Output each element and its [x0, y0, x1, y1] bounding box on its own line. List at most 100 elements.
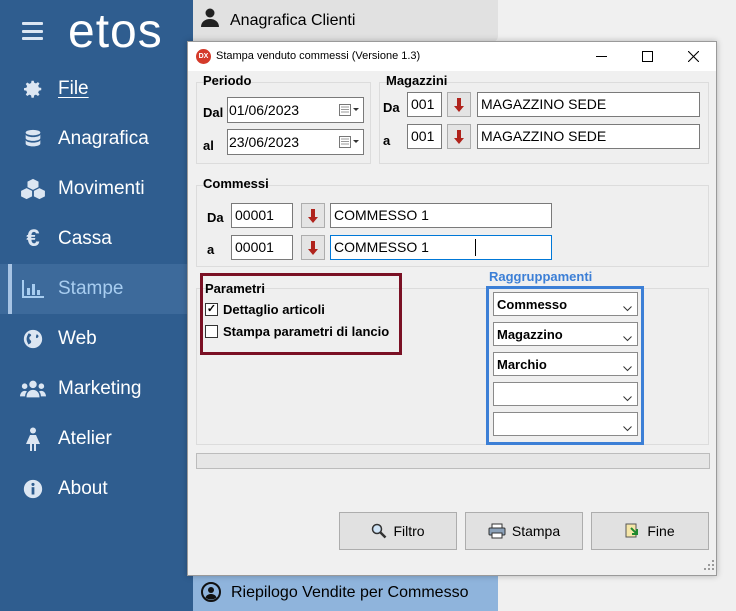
periodo-title: Periodo	[203, 73, 252, 88]
filtro-button[interactable]: Filtro	[339, 512, 457, 550]
logo-row: etos	[0, 0, 193, 62]
sidebar-item-cassa[interactable]: € Cassa	[0, 214, 193, 264]
commesso-a-name-value: COMMESSO 1	[334, 239, 429, 255]
arrow-down-icon	[308, 240, 318, 255]
sidebar-item-movimenti[interactable]: Movimenti	[0, 164, 193, 214]
chevron-down-icon	[623, 360, 632, 375]
raggruppamento-combo-3[interactable]: Marchio	[493, 352, 638, 376]
commesso-da-name-input[interactable]: COMMESSO 1	[330, 203, 552, 228]
dialog-stampa-venduto-commessi: DX Stampa venduto commessi (Versione 1.3…	[187, 41, 717, 576]
sidebar-item-label: Web	[58, 328, 97, 349]
sidebar-item-label: Stampe	[58, 278, 124, 299]
magazzino-da-name-input[interactable]: MAGAZZINO SEDE	[477, 92, 700, 117]
woman-icon	[20, 426, 46, 452]
euro-icon: €	[26, 225, 40, 252]
sidebar-item-label: Cassa	[58, 228, 112, 249]
checkbox-unchecked-icon	[205, 325, 218, 338]
app-icon: DX	[196, 49, 211, 64]
dialog-titlebar[interactable]: DX Stampa venduto commessi (Versione 1.3…	[188, 42, 716, 71]
commessi-a-label: a	[207, 242, 215, 257]
printer-icon	[488, 523, 506, 539]
calendar-dropdown-icon[interactable]	[339, 104, 359, 119]
checkbox-checked-icon: ✓	[205, 303, 218, 316]
raggruppamenti-highlight: Commesso Magazzino Marchio	[486, 286, 644, 445]
sidebar-item-label: Movimenti	[58, 178, 145, 199]
raggruppamento-combo-2[interactable]: Magazzino	[493, 322, 638, 346]
commesso-da-code-input[interactable]: 00001	[231, 203, 293, 228]
background-tab-anagrafica-clienti[interactable]: Anagrafica Clienti	[193, 0, 498, 42]
exit-arrow-icon	[625, 523, 641, 539]
sidebar-item-about[interactable]: About	[0, 464, 193, 514]
magazzino-a-lookup-button[interactable]	[447, 124, 471, 149]
tab-label: Anagrafica Clienti	[230, 12, 356, 29]
sidebar-item-label: Atelier	[58, 428, 112, 449]
magazzino-a-name-input[interactable]: MAGAZZINO SEDE	[477, 124, 700, 149]
commesso-a-code-input[interactable]: 00001	[231, 235, 293, 260]
database-icon	[20, 126, 46, 152]
commesso-a-name-input[interactable]: COMMESSO 1	[330, 235, 552, 260]
tab-label: Riepilogo Vendite per Commesso	[231, 584, 469, 601]
sidebar-item-web[interactable]: Web	[0, 314, 193, 364]
raggruppamento-combo-5[interactable]	[493, 412, 638, 436]
chevron-down-icon	[623, 420, 632, 435]
close-button[interactable]	[670, 42, 716, 71]
raggruppamento-combo-1[interactable]: Commesso	[493, 292, 638, 316]
cubes-icon	[20, 176, 46, 202]
app-logo: etos	[68, 5, 163, 58]
combo-value: Marchio	[497, 357, 547, 372]
dialog-title: Stampa venduto commessi (Versione 1.3)	[216, 50, 421, 62]
calendar-dropdown-icon[interactable]	[339, 136, 359, 151]
sidebar-item-marketing[interactable]: Marketing	[0, 364, 193, 414]
sidebar-item-label: Marketing	[58, 378, 142, 399]
al-date-value: 23/06/2023	[229, 134, 300, 150]
parametri-title: Parametri	[205, 281, 265, 296]
hamburger-menu-icon[interactable]	[22, 22, 43, 40]
users-icon	[20, 376, 46, 402]
button-label: Filtro	[393, 523, 425, 539]
sidebar-item-file[interactable]: File	[0, 64, 193, 114]
arrow-down-icon	[454, 97, 464, 112]
maximize-icon	[641, 51, 653, 62]
stampa-button[interactable]: Stampa	[465, 512, 583, 550]
arrow-down-icon	[454, 129, 464, 144]
resize-grip-icon[interactable]	[704, 558, 714, 573]
magnifier-icon	[371, 523, 387, 539]
stampa-parametri-lancio-checkbox[interactable]: Stampa parametri di lancio	[205, 324, 389, 339]
combo-value: Magazzino	[497, 327, 563, 342]
close-icon	[687, 51, 699, 62]
dal-label: Dal	[203, 105, 224, 120]
raggruppamenti-title: Raggruppamenti	[489, 269, 593, 284]
minimize-button[interactable]	[578, 42, 624, 71]
chevron-down-icon	[623, 300, 632, 315]
magazzino-da-lookup-button[interactable]	[447, 92, 471, 117]
raggruppamento-combo-4[interactable]	[493, 382, 638, 406]
user-icon	[201, 8, 219, 31]
bar-chart-icon	[20, 276, 46, 302]
sidebar-item-stampe[interactable]: Stampe	[0, 264, 193, 314]
commessi-da-label: Da	[207, 210, 224, 225]
background-tab-riepilogo-vendite[interactable]: Riepilogo Vendite per Commesso	[193, 576, 498, 611]
progress-bar	[196, 453, 710, 469]
magazzino-a-code-input[interactable]: 001	[407, 124, 442, 149]
magazzini-da-label: Da	[383, 100, 400, 115]
sidebar-item-atelier[interactable]: Atelier	[0, 414, 193, 464]
chevron-down-icon	[623, 330, 632, 345]
fine-button[interactable]: Fine	[591, 512, 709, 550]
commesso-a-lookup-button[interactable]	[301, 235, 325, 260]
globe-icon	[20, 326, 46, 352]
dettaglio-articoli-checkbox[interactable]: ✓ Dettaglio articoli	[205, 302, 325, 317]
maximize-button[interactable]	[624, 42, 670, 71]
combo-value: Commesso	[497, 297, 568, 312]
checkbox-label: Dettaglio articoli	[223, 302, 325, 317]
button-label: Stampa	[511, 523, 561, 539]
commesso-da-lookup-button[interactable]	[301, 203, 325, 228]
al-date-picker[interactable]: 23/06/2023	[227, 129, 364, 155]
magazzini-a-label: a	[383, 133, 391, 148]
info-icon	[20, 476, 46, 502]
dal-date-picker[interactable]: 01/06/2023	[227, 97, 364, 123]
gear-icon	[20, 76, 46, 102]
user-circle-icon	[201, 582, 221, 605]
sidebar-item-anagrafica[interactable]: Anagrafica	[0, 114, 193, 164]
magazzino-da-code-input[interactable]: 001	[407, 92, 442, 117]
checkbox-label: Stampa parametri di lancio	[223, 324, 390, 339]
